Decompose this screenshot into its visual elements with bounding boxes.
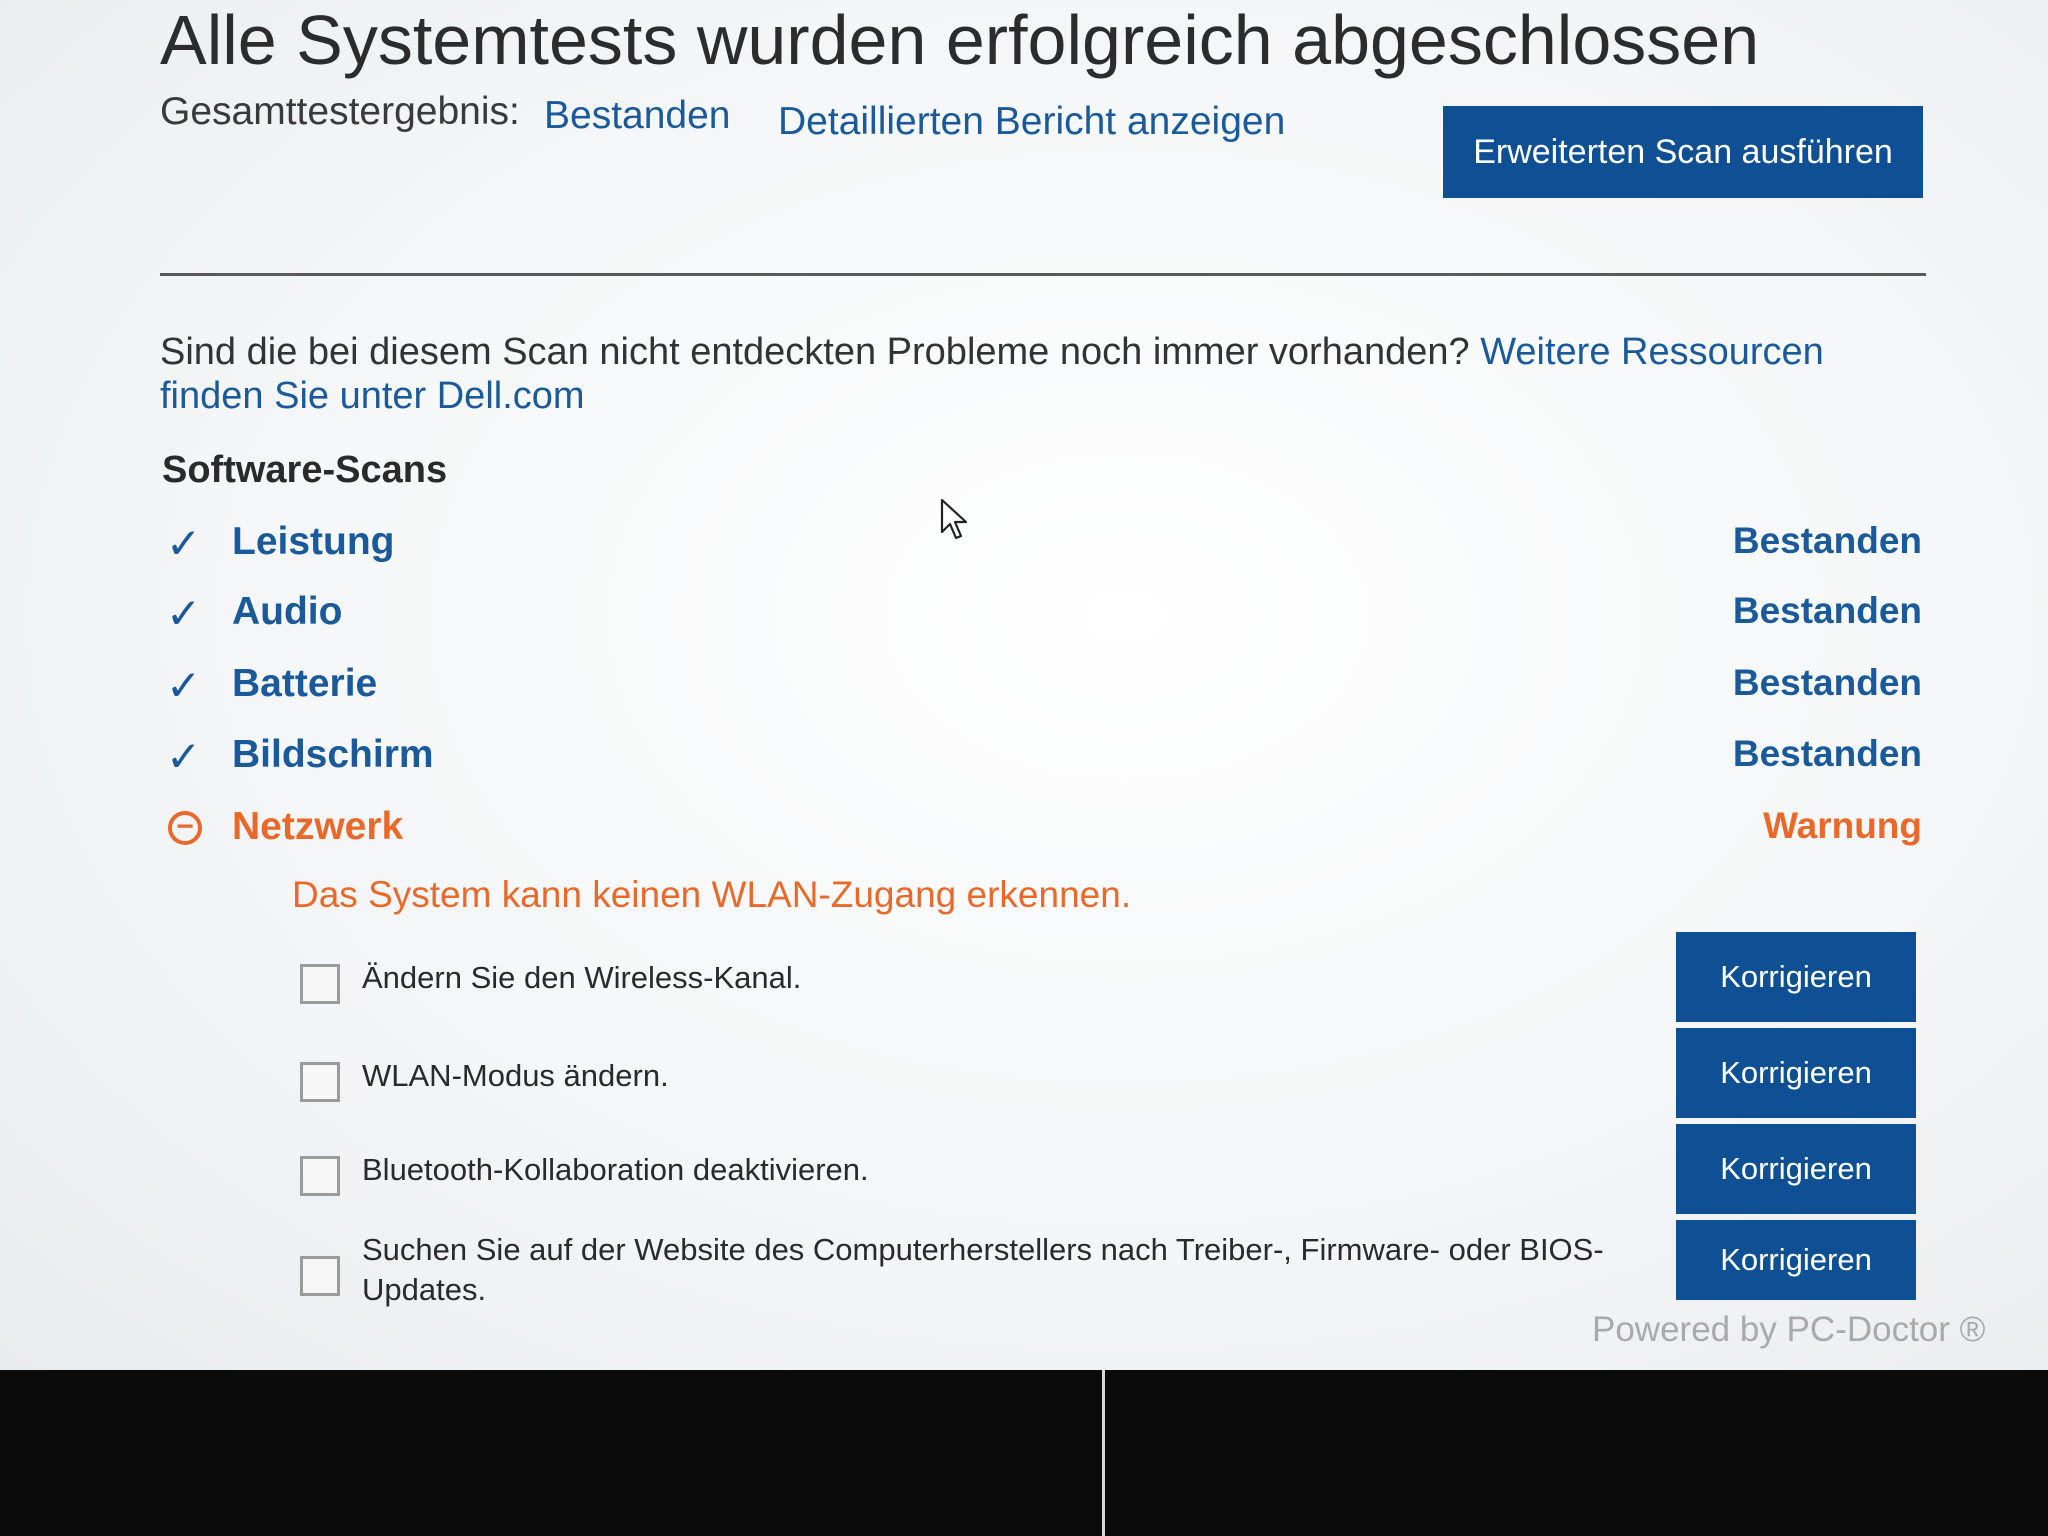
page-title: Alle Systemtests wurden erfolgreich abge… <box>160 1 1760 79</box>
fix-item-driver-updates: Suchen Sie auf der Website des Computerh… <box>300 1220 1920 1312</box>
scan-name: Netzwerk <box>232 805 404 848</box>
fix-button[interactable]: Korrigieren <box>1676 1220 1916 1300</box>
checkmark-icon: ✓ <box>166 520 202 567</box>
checkmark-icon: ✓ <box>166 662 202 709</box>
resources-question: Sind die bei diesem Scan nicht entdeckte… <box>160 331 1470 373</box>
fix-checkbox[interactable] <box>300 964 340 1004</box>
scan-status: Warnung <box>1763 805 1922 846</box>
scan-name: Audio <box>232 590 343 633</box>
checkmark-icon: ✓ <box>166 590 202 637</box>
fix-text: Bluetooth-Kollaboration deaktivieren. <box>362 1152 869 1187</box>
fix-text: Suchen Sie auf der Website des Computerh… <box>362 1232 1604 1307</box>
fix-checkbox[interactable] <box>300 1156 340 1196</box>
scan-status: Bestanden <box>1732 733 1922 774</box>
advanced-scan-button[interactable]: Erweiterten Scan ausführen <box>1443 106 1923 198</box>
fix-checkbox[interactable] <box>300 1062 340 1102</box>
detailed-report-link[interactable]: Detaillierten Bericht anzeigen <box>778 100 1285 144</box>
scan-row-audio: ✓ Audio Bestanden <box>166 588 1926 644</box>
divider <box>160 273 1926 276</box>
overall-result-value: Bestanden <box>544 94 731 137</box>
scan-status: Bestanden <box>1732 662 1922 703</box>
monitor-bezel-divider <box>1102 1370 1105 1536</box>
app-window: Alle Systemtests wurden erfolgreich abge… <box>0 0 2048 1370</box>
fix-item-wlan-mode: WLAN-Modus ändern. Korrigieren <box>300 1028 1920 1120</box>
scan-status: Bestanden <box>1732 590 1922 631</box>
fix-item-wireless-channel: Ändern Sie den Wireless-Kanal. Korrigier… <box>300 932 1920 1024</box>
overall-result-label: Gesamttestergebnis: <box>160 90 520 133</box>
scan-row-leistung: ✓ Leistung Bestanden <box>166 518 1926 574</box>
fix-button[interactable]: Korrigieren <box>1676 1028 1916 1118</box>
scan-row-netzwerk[interactable]: − Netzwerk Warnung <box>166 803 1926 859</box>
fix-text: Ändern Sie den Wireless-Kanal. <box>362 960 802 995</box>
scan-row-bildschirm: ✓ Bildschirm Bestanden <box>166 731 1926 787</box>
scan-status: Bestanden <box>1732 520 1922 561</box>
minus-circle-icon: − <box>168 811 202 845</box>
powered-by-label: Powered by PC-Doctor ® <box>1592 1310 1986 1349</box>
scan-name: Batterie <box>232 662 378 705</box>
resources-text: Sind die bei diesem Scan nicht entdeckte… <box>160 330 1860 418</box>
fix-button[interactable]: Korrigieren <box>1676 1124 1916 1214</box>
fix-item-bluetooth: Bluetooth-Kollaboration deaktivieren. Ko… <box>300 1124 1920 1216</box>
scan-row-batterie: ✓ Batterie Bestanden <box>166 660 1926 716</box>
scan-name: Leistung <box>232 520 395 563</box>
fix-text: WLAN-Modus ändern. <box>362 1058 669 1093</box>
fix-button[interactable]: Korrigieren <box>1676 932 1916 1022</box>
fix-checkbox[interactable] <box>300 1256 340 1296</box>
scan-name: Bildschirm <box>232 733 434 776</box>
network-warning-message: Das System kann keinen WLAN-Zugang erken… <box>292 874 1132 915</box>
mouse-cursor-icon <box>940 498 968 540</box>
software-scans-heading: Software-Scans <box>162 449 448 491</box>
checkmark-icon: ✓ <box>166 733 202 780</box>
